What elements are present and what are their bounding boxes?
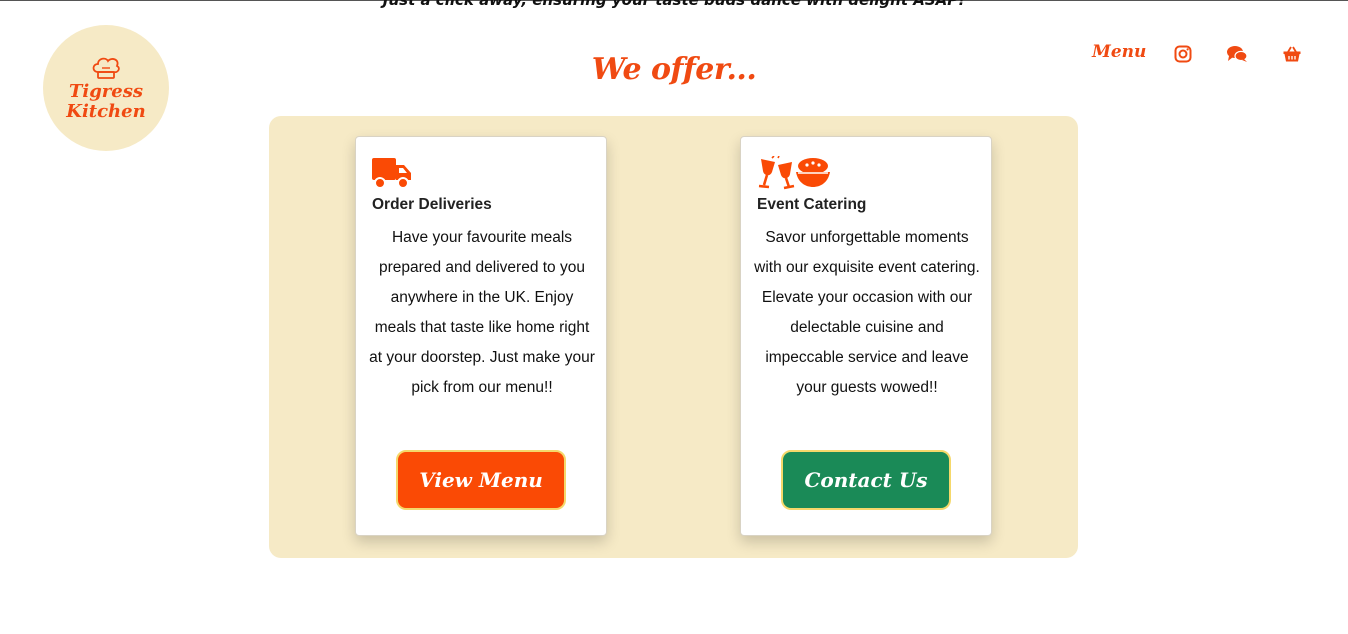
- card-event-catering: Event Catering Savor unforgettable momen…: [740, 136, 992, 536]
- section-heading: We offer...: [591, 52, 757, 87]
- page: Just a click away, ensuring your taste b…: [0, 0, 1348, 634]
- card-description: Have your favourite meals prepared and d…: [369, 229, 595, 396]
- logo[interactable]: Tigress Kitchen: [43, 25, 169, 151]
- tagline: Just a click away, ensuring your taste b…: [382, 0, 966, 9]
- catering-icon: [758, 156, 830, 190]
- view-menu-button[interactable]: View Menu: [396, 450, 566, 510]
- card-title: Event Catering: [757, 196, 867, 213]
- logo-text-line2: Kitchen: [66, 101, 146, 122]
- contact-us-button[interactable]: Contact Us: [781, 450, 951, 510]
- card-order-deliveries: Order Deliveries Have your favourite mea…: [355, 136, 607, 536]
- card-description: Savor unforgettable moments with our exq…: [754, 229, 980, 396]
- card-title: Order Deliveries: [372, 196, 492, 213]
- truck-icon: [372, 158, 411, 189]
